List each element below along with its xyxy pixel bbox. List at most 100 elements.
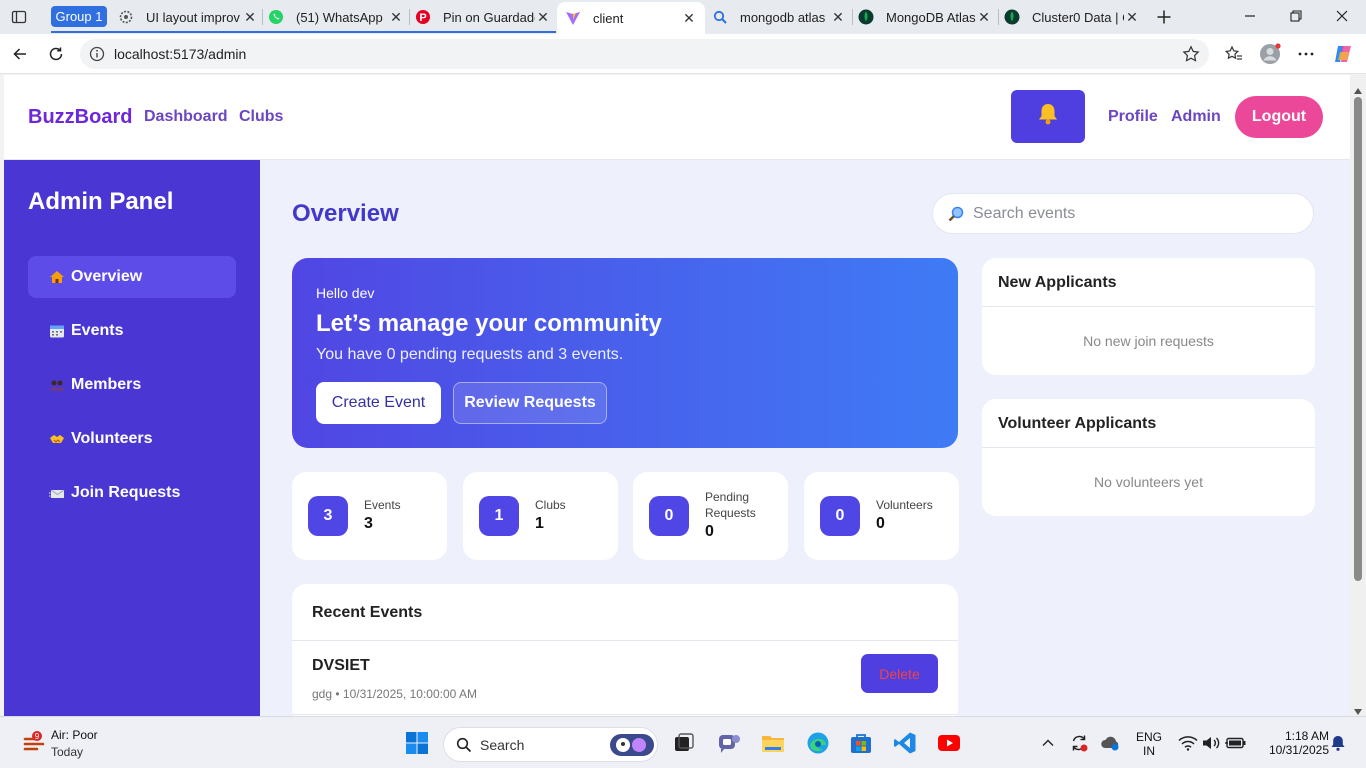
profile-avatar-icon[interactable] [1257, 41, 1283, 67]
language-indicator[interactable]: ENG IN [1133, 730, 1165, 758]
vscode-icon[interactable] [893, 731, 917, 755]
tab-actions-icon[interactable] [6, 5, 32, 29]
nav-link-clubs[interactable]: Clubs [239, 108, 283, 126]
tab-label: client [593, 10, 624, 26]
weather-widget[interactable]: 9 Air: Poor Today [18, 727, 128, 761]
sidebar-item-events[interactable]: Events [28, 310, 236, 352]
windows-taskbar: 9 Air: Poor Today Search ENG IN 1:18 AM … [0, 716, 1366, 768]
clock[interactable]: 1:18 AM 10/31/2025 [1255, 729, 1329, 757]
close-icon[interactable]: ✕ [388, 9, 404, 25]
close-icon[interactable]: ✕ [976, 9, 992, 25]
sidebar-item-overview[interactable]: Overview [28, 256, 236, 298]
browser-tab[interactable]: UI layout improv ✕ [118, 3, 258, 31]
page-title: Overview [292, 200, 399, 227]
gear-icon [118, 9, 134, 25]
vite-icon [565, 10, 581, 26]
browser-tab[interactable]: MongoDB Atlas ✕ [858, 3, 992, 31]
nav-link-dashboard[interactable]: Dashboard [144, 108, 228, 126]
admin-sidebar: Admin Panel Overview Events Members Volu… [4, 160, 260, 716]
panel-title: New Applicants [998, 274, 1117, 291]
copilot-icon[interactable] [1330, 41, 1356, 67]
chevron-up-icon[interactable] [1036, 731, 1060, 755]
volume-icon[interactable] [1199, 731, 1223, 755]
weather-title: Air: Poor [51, 728, 98, 742]
recent-events-title: Recent Events [312, 604, 423, 621]
scrollbar-thumb[interactable] [1354, 97, 1362, 581]
search-highlight-icon [609, 731, 655, 764]
browser-tab[interactable]: (51) WhatsApp ✕ [268, 3, 404, 31]
restore-icon[interactable] [1273, 0, 1319, 32]
back-arrow-icon[interactable] [7, 41, 33, 67]
divider [982, 447, 1315, 448]
nav-link-profile[interactable]: Profile [1108, 108, 1158, 126]
edge-browser-icon[interactable] [806, 731, 830, 755]
search-icon [712, 9, 728, 25]
stat-card-events: 3 Events 3 [292, 472, 447, 560]
task-view-icon[interactable] [672, 731, 696, 755]
sync-icon[interactable] [1067, 731, 1091, 755]
event-name: DVSIET [312, 657, 370, 674]
notification-bell-icon[interactable] [1326, 731, 1350, 755]
page-scrollbar[interactable] [1350, 75, 1366, 716]
logout-button[interactable]: Logout [1235, 96, 1323, 138]
event-meta: gdg • 10/31/2025, 10:00:00 AM [312, 687, 477, 701]
brand-logo[interactable]: BuzzBoard [28, 106, 132, 129]
taskbar-search-label: Search [480, 736, 525, 753]
file-explorer-icon[interactable] [761, 731, 785, 755]
pinterest-icon: P [415, 9, 431, 25]
tab-group-chip[interactable]: Group 1 [51, 6, 107, 27]
notifications-button[interactable] [1011, 90, 1085, 143]
youtube-icon[interactable] [937, 731, 961, 755]
mongodb-leaf-icon [858, 9, 874, 25]
address-toolbar: localhost:5173/admin [0, 34, 1366, 74]
clock-date: 10/31/2025 [1268, 743, 1329, 757]
browser-tab[interactable]: Cluster0 Data | C ✕ [1004, 3, 1140, 31]
divider [292, 714, 958, 715]
svg-text:P: P [419, 12, 426, 24]
nav-link-admin[interactable]: Admin [1171, 108, 1221, 126]
divider [292, 640, 958, 641]
search-box[interactable] [932, 193, 1314, 234]
sidebar-item-join-requests[interactable]: Join Requests [28, 472, 236, 514]
wifi-icon[interactable] [1176, 731, 1200, 755]
delete-event-button[interactable]: Delete [861, 654, 938, 693]
sidebar-item-label: Volunteers [71, 430, 153, 447]
hero-greeting: Hello dev [316, 285, 375, 301]
review-requests-button[interactable]: Review Requests [453, 382, 607, 424]
favorite-star-icon[interactable] [1182, 45, 1200, 68]
close-icon[interactable]: ✕ [681, 10, 697, 26]
refresh-icon[interactable] [43, 41, 69, 67]
close-icon[interactable]: ✕ [535, 9, 551, 25]
teams-chat-icon[interactable] [717, 731, 741, 755]
sidebar-item-members[interactable]: Members [28, 364, 236, 406]
info-icon[interactable] [89, 46, 105, 62]
stat-value: 0 [705, 523, 714, 540]
sidebar-item-volunteers[interactable]: Volunteers [28, 418, 236, 460]
create-event-button[interactable]: Create Event [316, 382, 441, 424]
stat-card-pending-requests: 0 Pending Requests 0 [633, 472, 788, 560]
address-bar[interactable]: localhost:5173/admin [80, 39, 1209, 69]
windows-start-icon[interactable] [405, 731, 429, 755]
favorites-icon[interactable] [1221, 41, 1247, 67]
weather-subtitle: Today [51, 745, 84, 759]
minimize-icon[interactable] [1227, 0, 1273, 32]
stat-card-clubs: 1 Clubs 1 [463, 472, 618, 560]
close-icon[interactable]: ✕ [242, 9, 258, 25]
browser-tab-active[interactable]: client ✕ [557, 2, 705, 34]
browser-tab[interactable]: mongodb atlas ✕ [712, 3, 846, 31]
app-root: BuzzBoard Dashboard Clubs Profile Admin … [4, 75, 1350, 716]
new-tab-icon[interactable] [1151, 4, 1177, 30]
onedrive-cloud-icon[interactable] [1099, 731, 1123, 755]
taskbar-search[interactable]: Search [443, 727, 658, 762]
close-window-icon[interactable] [1319, 0, 1365, 32]
close-icon[interactable]: ✕ [1124, 9, 1140, 25]
battery-icon[interactable] [1223, 731, 1247, 755]
browser-tab[interactable]: P Pin on Guardado ✕ [415, 3, 551, 31]
search-input[interactable] [973, 204, 1293, 223]
stat-value: 0 [876, 515, 885, 532]
microsoft-store-icon[interactable] [849, 731, 873, 755]
more-options-icon[interactable] [1293, 41, 1319, 67]
tab-separator [852, 9, 853, 25]
close-icon[interactable]: ✕ [830, 9, 846, 25]
language-code: ENG [1135, 730, 1162, 744]
